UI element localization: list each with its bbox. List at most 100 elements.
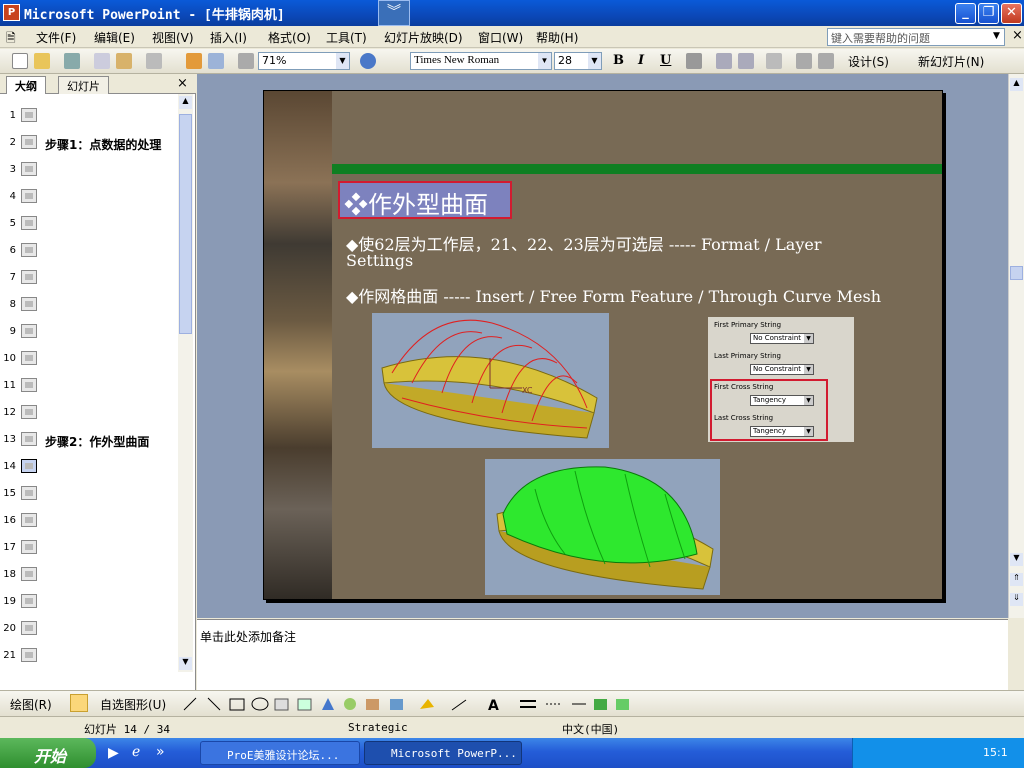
menu-window[interactable]: 窗口(W) — [478, 29, 523, 46]
print-icon[interactable] — [64, 53, 80, 69]
underline-button[interactable]: U — [660, 53, 671, 68]
font-select[interactable]: Times New Roman ▼ — [410, 52, 552, 70]
scroll-thumb[interactable] — [179, 114, 192, 334]
select-pointer-icon[interactable] — [70, 694, 88, 712]
curve-mesh-dialog-image[interactable]: First Primary String No Constraint ▼ Last… — [708, 317, 854, 442]
outline-row[interactable]: 2 步骤1：点数据的处理 — [0, 130, 178, 157]
slide-icon[interactable] — [21, 486, 37, 500]
scroll-down-icon[interactable]: ▼ — [1010, 553, 1023, 566]
scroll-thumb[interactable] — [1010, 266, 1023, 280]
slide-outline-title[interactable]: 步骤2：作外型曲面 — [45, 433, 149, 450]
outline-row[interactable]: 12 — [0, 400, 178, 427]
outline-row[interactable]: 15 — [0, 481, 178, 508]
draw-menu-button[interactable]: 绘图(R) — [10, 696, 52, 713]
bullets-icon[interactable] — [738, 53, 754, 69]
zoom-select[interactable]: 71% ▼ — [258, 52, 350, 70]
slide-title[interactable]: ❖作外型曲面 — [338, 181, 512, 219]
outline-row[interactable]: 14 — [0, 454, 178, 481]
slide-outline-title[interactable]: 步骤1：点数据的处理 — [45, 136, 161, 153]
slide[interactable]: ❖作外型曲面 ◆使62层为工作层，21、22、23层为可选层 ----- For… — [263, 90, 943, 600]
table-icon[interactable] — [208, 53, 224, 69]
slide-icon[interactable] — [21, 270, 37, 284]
slide-icon[interactable] — [21, 189, 37, 203]
restore-button[interactable]: ❐ — [978, 3, 999, 24]
chart-icon[interactable] — [186, 53, 202, 69]
ie-icon[interactable]: ℯ — [132, 744, 140, 760]
start-button[interactable]: 开始 — [0, 738, 96, 768]
surface-result-image[interactable] — [485, 459, 720, 595]
quicklaunch-more-icon[interactable]: » — [156, 744, 165, 760]
bullet-1-line-2[interactable]: Settings — [346, 251, 413, 270]
slide-icon[interactable] — [21, 135, 37, 149]
tab-slides[interactable]: 幻灯片 — [58, 76, 109, 94]
menu-tools[interactable]: 工具(T) — [326, 29, 367, 46]
outline-row[interactable]: 10 — [0, 346, 178, 373]
tab-outline[interactable]: 大纲 — [6, 76, 46, 94]
outline-scrollbar[interactable]: ▲ ▼ — [178, 94, 193, 672]
new-slide-button[interactable]: 新幻灯片(N) — [918, 53, 984, 70]
outline-row[interactable]: 4 — [0, 184, 178, 211]
doc-menu-icon[interactable]: 🗎 — [6, 29, 16, 50]
bold-button[interactable]: B — [613, 53, 624, 68]
autoshape-menu-button[interactable]: 自选图形(U) — [100, 696, 166, 713]
outline-row[interactable]: 19 — [0, 589, 178, 616]
drawing-tools[interactable]: A — [180, 695, 640, 713]
new-doc-icon[interactable] — [12, 53, 28, 69]
menu-help[interactable]: 帮助(H) — [536, 29, 578, 46]
scroll-up-icon[interactable]: ▲ — [179, 96, 192, 109]
notes-placeholder[interactable]: 单击此处添加备注 — [200, 628, 296, 645]
slide-icon[interactable] — [21, 540, 37, 554]
doc-close-icon[interactable]: × — [1012, 28, 1023, 43]
outline-row[interactable]: 8 — [0, 292, 178, 319]
outline-row[interactable]: 16 — [0, 508, 178, 535]
last-cross-select[interactable]: Tangency ▼ — [750, 426, 814, 437]
paste-icon[interactable] — [116, 53, 132, 69]
align-icon[interactable] — [686, 53, 702, 69]
design-button[interactable]: 设计(S) — [848, 53, 889, 70]
open-folder-icon[interactable] — [34, 53, 50, 69]
menu-edit[interactable]: 编辑(E) — [94, 29, 135, 46]
slide-icon[interactable] — [21, 162, 37, 176]
first-primary-select[interactable]: No Constraint ▼ — [750, 333, 814, 344]
outline-row[interactable]: 6 — [0, 238, 178, 265]
task-powerpoint[interactable]: Microsoft PowerP... — [364, 741, 522, 765]
outline-row[interactable]: 13 步骤2：作外型曲面 — [0, 427, 178, 454]
next-slide-icon[interactable]: ⇓ — [1010, 593, 1023, 606]
slide-icon[interactable] — [21, 621, 37, 635]
clock[interactable]: 15:1 — [983, 746, 1008, 759]
slide-scrollbar[interactable]: ▲ ▼ ⇑ ⇓ — [1008, 74, 1024, 618]
outline-row[interactable]: 11 — [0, 373, 178, 400]
menu-format[interactable]: 格式(O) — [268, 29, 311, 46]
outline-row[interactable]: 9 — [0, 319, 178, 346]
italic-button[interactable]: I — [638, 53, 644, 68]
menu-view[interactable]: 视图(V) — [152, 29, 194, 46]
slide-icon[interactable] — [21, 378, 37, 392]
outline-row[interactable]: 21 — [0, 643, 178, 670]
minimize-button[interactable]: _ — [955, 3, 976, 24]
first-cross-select[interactable]: Tangency ▼ — [750, 395, 814, 406]
slide-icon[interactable] — [21, 297, 37, 311]
slide-icon[interactable] — [21, 648, 37, 662]
menu-file[interactable]: 文件(F) — [36, 29, 76, 46]
slide-icon[interactable] — [21, 594, 37, 608]
outline-row[interactable]: 5 — [0, 211, 178, 238]
outline-row[interactable]: 20 — [0, 616, 178, 643]
slide-icon[interactable] — [21, 513, 37, 527]
menu-insert[interactable]: 插入(I) — [210, 29, 247, 46]
notes-pane[interactable]: 单击此处添加备注 — [197, 619, 1008, 690]
decrease-indent-icon[interactable] — [796, 53, 812, 69]
slide-icon[interactable] — [21, 324, 37, 338]
undo-icon[interactable] — [146, 53, 162, 69]
copy-icon[interactable] — [94, 53, 110, 69]
slide-icon[interactable] — [21, 405, 37, 419]
outline-row[interactable]: 17 — [0, 535, 178, 562]
outline-row[interactable]: 18 — [0, 562, 178, 589]
scroll-down-icon[interactable]: ▼ — [179, 657, 192, 670]
help-search-input[interactable]: 键入需要帮助的问题 — [827, 28, 1005, 46]
slide-icon[interactable] — [21, 567, 37, 581]
bullet-1-line-1[interactable]: ◆使62层为工作层，21、22、23层为可选层 ----- Format / L… — [346, 231, 821, 255]
grid-icon[interactable] — [238, 53, 254, 69]
slide-icon[interactable] — [21, 432, 37, 446]
bullet-2[interactable]: ◆作网格曲面 ----- Insert / Free Form Feature … — [346, 283, 881, 307]
prev-slide-icon[interactable]: ⇑ — [1010, 573, 1023, 586]
